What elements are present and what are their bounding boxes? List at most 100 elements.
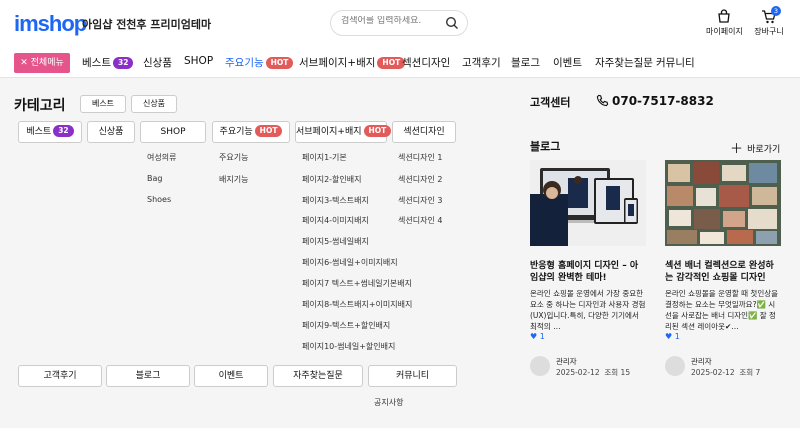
category-tab-new[interactable]: 신상품: [131, 95, 177, 113]
hot-badge: HOT: [363, 125, 392, 137]
cs-phone[interactable]: 070-7517-8832: [596, 94, 714, 108]
subpage-sub-item[interactable]: 페이지4-이미지배지: [302, 215, 369, 226]
like-count[interactable]: ♥ 1: [665, 332, 680, 341]
hot-badge: HOT: [254, 125, 283, 137]
nav-item-review[interactable]: 고객후기: [462, 55, 501, 70]
nav-item-new[interactable]: 신상품: [143, 55, 172, 70]
nav-item-faq[interactable]: 자주찾는질문: [595, 55, 653, 70]
post-author: 관리자: [691, 357, 712, 366]
category-box-subpage[interactable]: 서브페이지+배지 HOT: [295, 121, 392, 143]
nav-item-blog[interactable]: 블로그: [511, 55, 540, 70]
heart-icon: ♥: [665, 332, 675, 341]
subpage-sub-item[interactable]: 페이지1-기본: [302, 152, 347, 163]
nav-item-best[interactable]: 베스트 32: [82, 55, 134, 70]
search-input[interactable]: [341, 16, 441, 26]
blog-post-title[interactable]: 섹션 배너 컬렉션으로 완성하는 감각적인 쇼핑몰 디자인: [665, 260, 781, 284]
plus-icon: ＋: [730, 142, 748, 157]
post-date: 2025-02-12: [691, 368, 735, 377]
post-meta: 2025-02-12 조회 15: [556, 367, 630, 378]
category-box-section[interactable]: 섹션디자인: [392, 121, 456, 143]
section-sub-item[interactable]: 섹션디자인 3: [398, 195, 442, 206]
nav-item-shop[interactable]: SHOP: [184, 55, 213, 67]
nav-item-features[interactable]: 주요기능 HOT: [225, 55, 294, 70]
blog-thumbnail-devices[interactable]: [530, 160, 646, 246]
category-box-new[interactable]: 신상품: [87, 121, 135, 143]
feature-sub-item[interactable]: 주요기능: [219, 152, 248, 163]
feature-sub-item[interactable]: 배지기능: [219, 174, 248, 185]
box-label: 베스트: [26, 127, 52, 137]
category-box-faq[interactable]: 자주찾는질문: [273, 365, 363, 387]
cart-button[interactable]: 3 장바구니: [754, 6, 784, 37]
subpage-sub-item[interactable]: 페이지5-썸네일배지: [302, 236, 369, 247]
all-menu-button[interactable]: ✕ 전체메뉴: [14, 53, 70, 73]
blog-post-title[interactable]: 반응형 홈페이지 디자인 – 아임샵의 완벽한 테마!: [530, 260, 646, 284]
cart-count-badge: 3: [771, 6, 781, 16]
subpage-sub-item[interactable]: 페이지9-텍스트+할인배지: [302, 320, 390, 331]
blog-post-desc: 온라인 쇼핑몰을 운영할 때 첫인상을 결정하는 요소는 무엇일까요?✅ 시선을…: [665, 289, 779, 331]
shop-sub-item[interactable]: Bag: [147, 174, 162, 183]
subpage-sub-item[interactable]: 페이지3-텍스트배지: [302, 195, 369, 206]
subpage-sub-item[interactable]: 페이지8-텍스트배지+이미지배지: [302, 299, 412, 310]
all-menu-label: 전체메뉴: [30, 58, 64, 68]
cs-title: 고객센터: [530, 96, 571, 109]
heart-icon: ♥: [530, 332, 540, 341]
mypage-label: 마이페이지: [706, 27, 743, 36]
phone-number: 070-7517-8832: [612, 94, 714, 108]
close-icon: ✕: [20, 58, 31, 68]
nav-item-section[interactable]: 섹션디자인: [402, 55, 450, 70]
avatar: [530, 356, 550, 376]
section-sub-item[interactable]: 섹션디자인 1: [398, 152, 442, 163]
shop-sub-item[interactable]: Shoes: [147, 195, 171, 204]
subpage-sub-item[interactable]: 페이지10-썸네일+할인배지: [302, 341, 395, 352]
nav-label: 주요기능: [225, 57, 264, 69]
blog-post-desc: 온라인 쇼핑몰 운영에서 가장 중요한 요소 중 하나는 디자인과 사용자 경험…: [530, 289, 646, 331]
shop-sub-item[interactable]: 여성의류: [147, 152, 176, 163]
nav-label: 서브페이지+배지: [299, 57, 376, 69]
category-box-features[interactable]: 주요기능 HOT: [212, 121, 290, 143]
avatar: [665, 356, 685, 376]
blog-title: 블로그: [530, 140, 561, 153]
like-value: 1: [539, 332, 545, 341]
box-label: 서브페이지+배지: [296, 127, 362, 137]
subpage-sub-item[interactable]: 페이지2-할인배지: [302, 174, 362, 185]
subpage-sub-item[interactable]: 페이지7 텍스트+썸네일기본배지: [302, 278, 412, 289]
like-value: 1: [674, 332, 680, 341]
blog-card[interactable]: 섹션 배너 컬렉션으로 완성하는 감각적인 쇼핑몰 디자인 온라인 쇼핑몰을 운…: [665, 160, 781, 377]
tagline: 아임샵 전천후 프리미엄테마: [82, 18, 212, 31]
nav-item-community[interactable]: 커뮤니티: [656, 55, 695, 70]
category-box-blog[interactable]: 블로그: [106, 365, 190, 387]
blog-card[interactable]: 반응형 홈페이지 디자인 – 아임샵의 완벽한 테마! 온라인 쇼핑몰 운영에서…: [530, 160, 646, 377]
section-sub-item[interactable]: 섹션디자인 4: [398, 215, 442, 226]
search-icon[interactable]: [445, 16, 459, 30]
post-views: 조회 7: [739, 368, 761, 377]
notice-link[interactable]: 공지사항: [374, 397, 403, 408]
cart-label: 장바구니: [754, 27, 784, 36]
header: imshop 아임샵 전천후 프리미엄테마 마이페이지 3 장바구니: [0, 0, 800, 46]
more-label: 바로가기: [747, 145, 781, 155]
category-box-event[interactable]: 이벤트: [194, 365, 268, 387]
mypage-button[interactable]: 마이페이지: [706, 8, 743, 37]
nav-label: 베스트: [82, 57, 111, 69]
category-box-best[interactable]: 베스트 32: [18, 121, 82, 143]
main-nav: ✕ 전체메뉴 베스트 32 신상품 SHOP 주요기능 HOT 서브페이지+배지 HO…: [0, 46, 800, 78]
count-badge: 32: [53, 125, 74, 137]
category-tab-best[interactable]: 베스트: [80, 95, 126, 113]
section-sub-item[interactable]: 섹션디자인 2: [398, 174, 442, 185]
like-count[interactable]: ♥ 1: [530, 332, 545, 341]
hot-badge: HOT: [265, 57, 294, 69]
search-box: [330, 10, 468, 36]
category-box-review[interactable]: 고객후기: [18, 365, 102, 387]
category-title: 카테고리: [14, 98, 66, 114]
blog-more-link[interactable]: ＋ 바로가기: [730, 138, 780, 157]
phone-icon: [596, 94, 609, 107]
subpage-sub-item[interactable]: 페이지6-썸네일+이미지배지: [302, 257, 398, 268]
nav-item-event[interactable]: 이벤트: [553, 55, 582, 70]
logo[interactable]: imshop: [14, 11, 87, 37]
blog-thumbnail-collage[interactable]: [665, 160, 781, 246]
post-views: 조회 15: [604, 368, 631, 377]
category-box-community[interactable]: 커뮤니티: [368, 365, 457, 387]
nav-item-subpage[interactable]: 서브페이지+배지 HOT: [299, 55, 406, 70]
category-box-shop[interactable]: SHOP: [140, 121, 206, 143]
post-author: 관리자: [556, 357, 577, 366]
post-meta: 2025-02-12 조회 7: [691, 367, 760, 378]
